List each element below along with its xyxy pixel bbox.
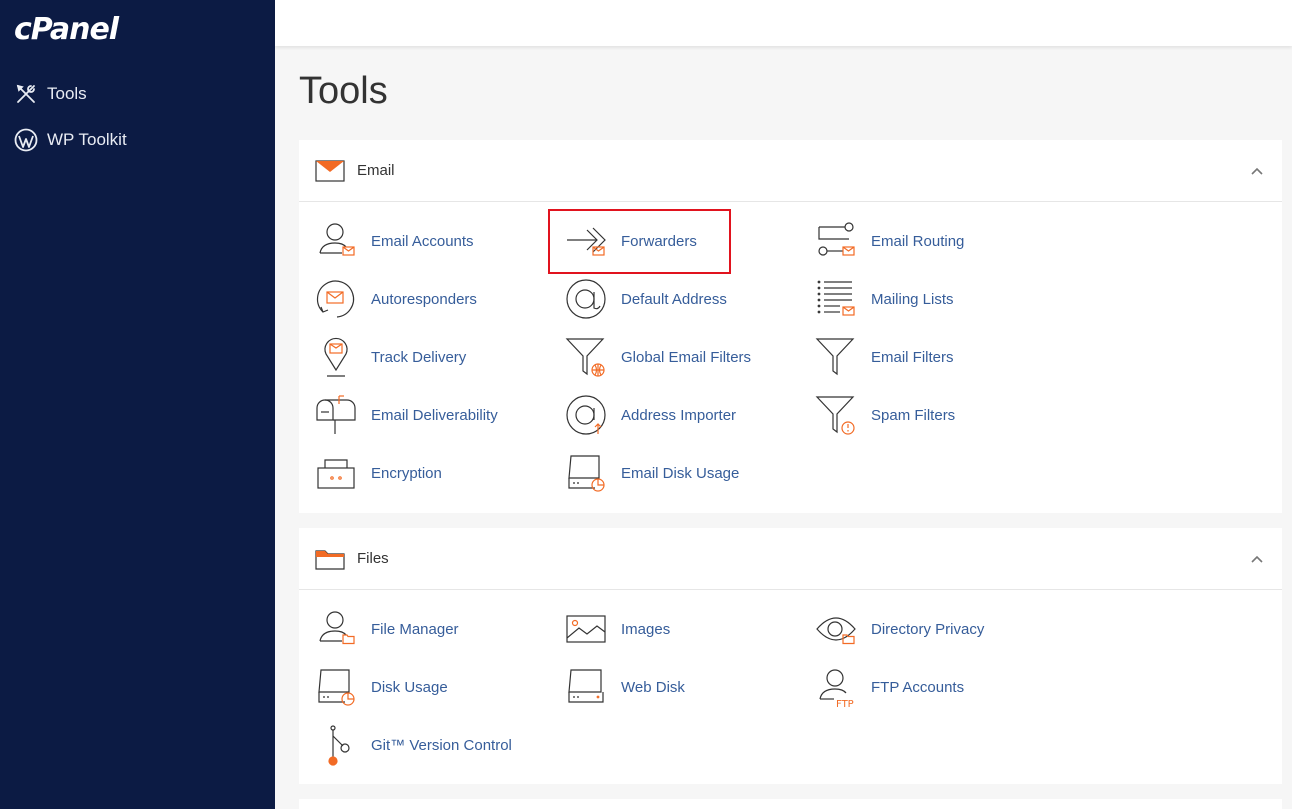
svg-text:FTP: FTP xyxy=(836,699,854,708)
page-title: Tools xyxy=(299,70,388,112)
sidebar: cPanel Tools WP Toolkit xyxy=(0,0,275,809)
autoresponder-icon xyxy=(316,280,355,318)
tool-disk-usage[interactable]: Disk Usage xyxy=(299,665,529,709)
user-ftp-icon: FTP xyxy=(819,669,854,708)
tool-directory-privacy[interactable]: Directory Privacy xyxy=(799,607,1029,651)
tool-default-address[interactable]: Default Address xyxy=(549,277,779,321)
tool-address-importer[interactable]: Address Importer xyxy=(549,393,779,437)
image-icon xyxy=(566,615,606,643)
tool-spam-filters[interactable]: Spam Filters xyxy=(799,393,1029,437)
routing-icon xyxy=(818,222,855,256)
git-branch-icon xyxy=(328,725,350,766)
filter-icon xyxy=(815,338,855,376)
user-folder-icon xyxy=(319,611,355,645)
at-sign-icon xyxy=(566,279,606,319)
email-panel: Email Email Accounts Forwarders Email Ro… xyxy=(299,140,1282,513)
tool-ftp-accounts[interactable]: FTP FTP Accounts xyxy=(799,665,1029,709)
email-panel-header[interactable]: Email xyxy=(299,140,1282,202)
tool-email-disk-usage[interactable]: Email Disk Usage xyxy=(549,451,779,495)
tool-email-deliverability[interactable]: Email Deliverability xyxy=(299,393,529,437)
panel-title: Files xyxy=(357,550,389,567)
tools-icon xyxy=(14,82,38,106)
disk-chart-icon xyxy=(568,455,605,492)
tool-images[interactable]: Images xyxy=(549,607,779,651)
tool-git-version-control[interactable]: Git™ Version Control xyxy=(299,723,529,767)
wordpress-icon xyxy=(14,128,38,152)
top-bar xyxy=(275,0,1292,46)
tool-email-filters[interactable]: Email Filters xyxy=(799,335,1029,379)
tool-autoresponders[interactable]: Autoresponders xyxy=(299,277,529,321)
folder-icon xyxy=(315,547,345,571)
hard-drive-icon xyxy=(568,669,604,703)
tool-email-routing[interactable]: Email Routing xyxy=(799,219,1029,263)
files-panel: Files File Manager Images Directory Priv… xyxy=(299,528,1282,784)
at-import-icon xyxy=(566,395,606,435)
tool-email-accounts[interactable]: Email Accounts xyxy=(299,219,529,263)
eye-folder-icon xyxy=(816,617,856,645)
user-mail-icon xyxy=(319,223,355,256)
mailbox-icon xyxy=(316,395,356,434)
files-panel-header[interactable]: Files xyxy=(299,528,1282,590)
sidebar-item-label: WP Toolkit xyxy=(47,130,127,149)
chevron-up-icon[interactable] xyxy=(1250,552,1264,566)
cpanel-logo[interactable]: cPanel xyxy=(14,12,119,47)
map-pin-mail-icon xyxy=(324,337,348,377)
next-panel xyxy=(299,799,1282,809)
encryption-icon xyxy=(317,459,355,489)
list-mail-icon xyxy=(817,280,855,316)
tool-mailing-lists[interactable]: Mailing Lists xyxy=(799,277,1029,321)
chevron-up-icon[interactable] xyxy=(1250,164,1264,178)
sidebar-item-wp-toolkit[interactable]: WP Toolkit xyxy=(14,127,127,153)
forwarders-highlight xyxy=(548,209,731,274)
filter-globe-icon xyxy=(565,338,605,377)
tool-track-delivery[interactable]: Track Delivery xyxy=(299,335,529,379)
tool-global-email-filters[interactable]: Global Email Filters xyxy=(549,335,779,379)
envelope-icon xyxy=(315,159,345,183)
panel-title: Email xyxy=(357,162,395,179)
disk-chart-icon xyxy=(318,669,355,706)
tool-web-disk[interactable]: Web Disk xyxy=(549,665,779,709)
filter-warning-icon xyxy=(815,396,855,435)
tool-encryption[interactable]: Encryption xyxy=(299,451,529,495)
tool-file-manager[interactable]: File Manager xyxy=(299,607,529,651)
sidebar-item-tools[interactable]: Tools xyxy=(14,81,87,107)
sidebar-item-label: Tools xyxy=(47,84,87,103)
